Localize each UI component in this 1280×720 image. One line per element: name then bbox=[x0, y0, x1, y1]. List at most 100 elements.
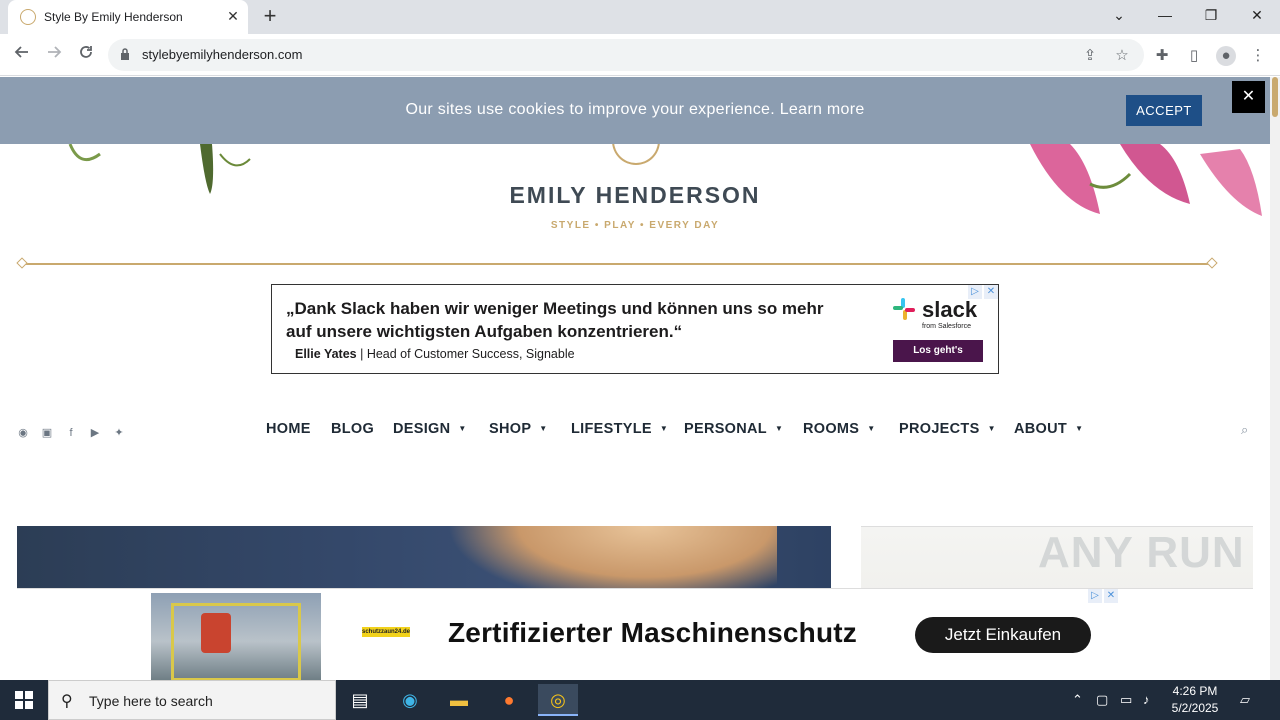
nav-item-design[interactable]: DESIGN ▼ bbox=[393, 421, 467, 437]
slack-logo-icon bbox=[893, 298, 915, 320]
search-icon: ⚲ bbox=[61, 693, 73, 710]
nav-item-personal[interactable]: PERSONAL ▼ bbox=[684, 421, 783, 437]
scrollbar-thumb[interactable] bbox=[1272, 77, 1278, 117]
nav-item-label: BLOG bbox=[331, 421, 375, 437]
instagram-icon[interactable]: ▣ bbox=[40, 426, 54, 440]
cookie-banner: Our sites use cookies to improve your ex… bbox=[0, 77, 1270, 144]
file-explorer-icon[interactable]: ▬ bbox=[439, 684, 479, 716]
chevron-down-icon: ▼ bbox=[867, 424, 876, 433]
windows-logo-icon bbox=[15, 691, 23, 699]
adchoices-icon[interactable]: ▷ bbox=[968, 285, 982, 299]
chevron-down-icon: ▼ bbox=[1075, 424, 1084, 433]
extensions-icon[interactable]: ✚ bbox=[1152, 46, 1172, 66]
chevron-down-icon: ▼ bbox=[539, 424, 548, 433]
browser-tab[interactable]: Style By Emily Henderson ✕ bbox=[8, 0, 248, 34]
ad-shop-logo: schutzzaun24.de bbox=[362, 627, 411, 637]
network-icon[interactable]: ▭ bbox=[1120, 692, 1132, 708]
ad-shop-button[interactable]: Jetzt Einkaufen bbox=[915, 617, 1091, 653]
windows-logo-icon bbox=[15, 701, 23, 709]
taskbar-search[interactable]: ⚲ Type here to search bbox=[48, 680, 336, 720]
notification-center-icon[interactable]: ▱ bbox=[1240, 692, 1250, 708]
youtube-icon[interactable]: ▶ bbox=[88, 426, 102, 440]
url-text: stylebyemilyhenderson.com bbox=[142, 47, 303, 62]
ad-person-name: Ellie Yates bbox=[295, 347, 357, 361]
nav-item-lifestyle[interactable]: LIFESTYLE ▼ bbox=[571, 421, 668, 437]
site-tagline: STYLE • PLAY • EVERY DAY bbox=[550, 220, 720, 231]
nav-item-label: HOME bbox=[266, 421, 311, 437]
edge-browser-icon[interactable]: ◉ bbox=[390, 684, 430, 716]
cookie-accept-button[interactable]: ACCEPT bbox=[1126, 95, 1202, 126]
nav-item-label: PERSONAL bbox=[684, 421, 767, 437]
lock-icon bbox=[121, 48, 129, 60]
clock-time: 4:26 PM bbox=[1172, 684, 1218, 698]
ad-close-icon[interactable]: ✕ bbox=[984, 285, 998, 299]
share-icon[interactable]: ⇪ bbox=[1079, 45, 1101, 67]
ad-close-icon[interactable]: ✕ bbox=[1104, 589, 1118, 603]
bookmark-star-icon[interactable]: ☆ bbox=[1111, 45, 1133, 67]
page-scrollbar[interactable] bbox=[1270, 77, 1280, 680]
web-page: Our sites use cookies to improve your ex… bbox=[0, 77, 1270, 680]
ad-quote: „Dank Slack haben wir weniger Meetings u… bbox=[286, 299, 824, 341]
tab-close-icon[interactable]: ✕ bbox=[224, 7, 242, 25]
nav-item-label: DESIGN bbox=[393, 421, 451, 437]
chevron-down-icon: ▼ bbox=[659, 424, 669, 433]
ad-cta-button[interactable]: Los geht's bbox=[893, 340, 983, 362]
bottom-banner-ad[interactable]: schutzzaun24.de Zertifizierter Maschinen… bbox=[17, 588, 1253, 680]
chrome-icon[interactable]: ◎ bbox=[538, 684, 578, 716]
nav-item-shop[interactable]: SHOP ▼ bbox=[489, 421, 548, 437]
forward-arrow-icon bbox=[48, 46, 62, 58]
minimize-button[interactable]: — bbox=[1142, 0, 1188, 30]
search-icon[interactable]: ⌕ bbox=[1241, 422, 1248, 438]
address-bar[interactable]: stylebyemilyhenderson.com ⇪ ☆ bbox=[108, 39, 1144, 71]
ad-brand-sub: from Salesforce bbox=[922, 323, 972, 330]
twitter-icon[interactable]: ✦ bbox=[112, 426, 126, 440]
slack-banner-ad[interactable]: „Dank Slack haben wir weniger Meetings u… bbox=[271, 284, 999, 374]
back-arrow-icon bbox=[14, 46, 28, 58]
firefox-icon[interactable]: ● bbox=[489, 684, 529, 716]
cookie-message[interactable]: Our sites use cookies to improve your ex… bbox=[0, 101, 1270, 119]
taskbar-clock[interactable]: 4:26 PM 5/2/2025 bbox=[1160, 683, 1230, 717]
reload-button[interactable] bbox=[73, 42, 99, 68]
tray-overflow-chevron-icon[interactable]: ⌃ bbox=[1072, 692, 1083, 708]
chevron-down-icon: ▼ bbox=[458, 424, 467, 433]
nav-item-label: LIFESTYLE bbox=[571, 421, 652, 437]
site-favicon-icon bbox=[20, 9, 36, 25]
nav-item-projects[interactable]: PROJECTS ▼ bbox=[899, 421, 996, 437]
nav-item-blog[interactable]: BLOG bbox=[331, 421, 374, 437]
clock-date: 5/2/2025 bbox=[1171, 701, 1219, 715]
volume-icon[interactable]: ♪ bbox=[1143, 692, 1150, 707]
new-tab-button[interactable]: + bbox=[258, 4, 282, 28]
tray-app-icon[interactable]: ▢ bbox=[1096, 692, 1108, 708]
tab-search-button[interactable]: ⌄ bbox=[1096, 0, 1142, 30]
back-button[interactable] bbox=[9, 42, 35, 68]
browser-tab-strip: Style By Emily Henderson ✕ + ⌄ — ❐ ✕ bbox=[0, 0, 1280, 34]
anyrun-watermark: ANY RUN bbox=[1038, 528, 1245, 577]
divider-diamond-icon bbox=[16, 257, 28, 269]
pinterest-icon[interactable]: ◉ bbox=[16, 426, 30, 440]
ad-brand: slack bbox=[922, 297, 978, 322]
adchoices-icon[interactable]: ▷ bbox=[1088, 589, 1102, 603]
profile-avatar-icon[interactable]: ● bbox=[1216, 46, 1236, 66]
chevron-down-icon: ▼ bbox=[987, 424, 996, 433]
window-close-button[interactable]: ✕ bbox=[1234, 0, 1280, 30]
header-divider bbox=[22, 263, 1212, 265]
tab-title: Style By Emily Henderson bbox=[44, 10, 183, 24]
site-logo-name[interactable]: EMILY HENDERSON bbox=[0, 182, 1270, 209]
nav-item-label: PROJECTS bbox=[899, 421, 980, 437]
nav-item-label: ABOUT bbox=[1014, 421, 1068, 437]
nav-item-home[interactable]: HOME bbox=[266, 421, 311, 437]
browser-toolbar: stylebyemilyhenderson.com ⇪ ☆ ✚ ▯ ● ⋮ bbox=[0, 34, 1280, 76]
nav-item-about[interactable]: ABOUT ▼ bbox=[1014, 421, 1083, 437]
forward-button[interactable] bbox=[41, 42, 67, 68]
restore-button[interactable]: ❐ bbox=[1188, 0, 1234, 30]
cookie-close-button[interactable]: ✕ bbox=[1232, 81, 1265, 113]
robot-graphic bbox=[201, 613, 231, 653]
nav-item-rooms[interactable]: ROOMS ▼ bbox=[803, 421, 876, 437]
facebook-icon[interactable]: f bbox=[64, 426, 78, 440]
task-view-icon[interactable]: ▤ bbox=[340, 684, 380, 716]
side-panel-icon[interactable]: ▯ bbox=[1184, 46, 1204, 66]
start-button[interactable] bbox=[0, 680, 48, 720]
windows-logo-icon bbox=[25, 691, 33, 699]
windows-logo-icon bbox=[25, 701, 33, 709]
browser-menu-icon[interactable]: ⋮ bbox=[1248, 46, 1268, 66]
